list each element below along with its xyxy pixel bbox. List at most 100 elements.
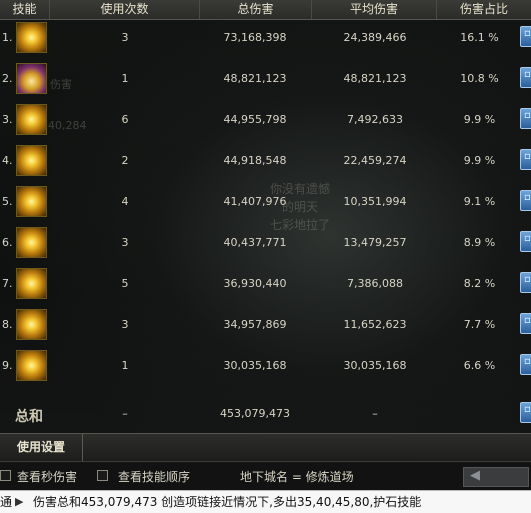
totals-uses: – bbox=[122, 407, 128, 420]
row-uses: 1 bbox=[121, 72, 129, 85]
table-row: 8. 3 34,957,869 11,652,623 7.7 % ▫ bbox=[0, 309, 531, 341]
row-damage-share: 7.7 % bbox=[463, 318, 496, 331]
row-damage-share: 9.9 % bbox=[463, 113, 496, 126]
detail-glyph: ▫ bbox=[524, 192, 531, 203]
row-total-damage: 30,035,168 bbox=[223, 359, 287, 372]
row-detail-button[interactable]: ▫ bbox=[520, 231, 531, 252]
header-skill[interactable]: 技能 bbox=[0, 0, 50, 19]
row-index: 1. bbox=[2, 31, 13, 44]
table-row: 2. 1 48,821,123 48,821,123 10.8 % ▫ bbox=[0, 63, 531, 95]
options-bar: 查看秒伤害 查看技能顺序 地下城名 = 修炼道场 ◀ bbox=[0, 463, 531, 490]
row-average-damage: 30,035,168 bbox=[343, 359, 407, 372]
row-damage-share: 8.2 % bbox=[463, 277, 496, 290]
row-index: 4. bbox=[2, 154, 13, 167]
row-total-damage: 40,437,771 bbox=[223, 236, 287, 249]
row-detail-button[interactable]: ▫ bbox=[520, 313, 531, 334]
skill-8-icon[interactable] bbox=[16, 309, 47, 340]
detail-glyph: ▫ bbox=[524, 69, 531, 80]
row-detail-button[interactable]: ▫ bbox=[520, 354, 531, 375]
row-uses: 3 bbox=[121, 236, 129, 249]
totals-average-damage: – bbox=[372, 407, 378, 420]
table-row: 7. 5 36,930,440 7,386,088 8.2 % ▫ bbox=[0, 268, 531, 300]
chat-message: 伤害总和453,079,473 创造项链接近情况下,多出35,40,45,80,… bbox=[33, 495, 422, 509]
row-uses: 2 bbox=[121, 154, 129, 167]
row-damage-share: 9.9 % bbox=[463, 154, 496, 167]
table-row: 1. 3 73,168,398 24,389,466 16.1 % ▫ bbox=[0, 22, 531, 54]
row-index: 8. bbox=[2, 318, 13, 331]
header-uses[interactable]: 使用次数 bbox=[50, 0, 200, 19]
row-average-damage: 24,389,466 bbox=[343, 31, 407, 44]
skill-2-icon[interactable] bbox=[16, 63, 47, 94]
row-detail-button[interactable]: ▫ bbox=[520, 108, 531, 129]
row-average-damage: 7,492,633 bbox=[347, 113, 403, 126]
row-average-damage: 48,821,123 bbox=[343, 72, 407, 85]
row-uses: 6 bbox=[121, 113, 129, 126]
row-index: 5. bbox=[2, 195, 13, 208]
show-dps-label[interactable]: 查看秒伤害 bbox=[17, 469, 77, 485]
table-header: 技能 使用次数 总伤害 平均伤害 伤害占比 bbox=[0, 0, 531, 20]
totals-row: 总和 – 453,079,473 – ▫ bbox=[0, 398, 531, 430]
skill-5-icon[interactable] bbox=[16, 186, 47, 217]
row-uses: 5 bbox=[121, 277, 129, 290]
totals-label: 总和 bbox=[15, 409, 43, 425]
detail-glyph: ▫ bbox=[524, 315, 531, 326]
detail-glyph: ▫ bbox=[524, 274, 531, 285]
row-total-damage: 34,957,869 bbox=[223, 318, 287, 331]
row-uses: 3 bbox=[121, 318, 129, 331]
totals-total-damage: 453,079,473 bbox=[220, 407, 290, 420]
chevron-left-icon: ◀ bbox=[470, 468, 480, 483]
side-button-glyph: ▫ bbox=[524, 404, 531, 415]
skill-6-icon[interactable] bbox=[16, 227, 47, 258]
scroll-left-button[interactable]: ◀ bbox=[463, 467, 529, 487]
skill-9-icon[interactable] bbox=[16, 350, 47, 381]
row-index: 6. bbox=[2, 236, 13, 249]
row-uses: 3 bbox=[121, 31, 129, 44]
detail-glyph: ▫ bbox=[524, 233, 531, 244]
table-row: 3. 6 44,955,798 7,492,633 9.9 % ▫ bbox=[0, 104, 531, 136]
row-uses: 4 bbox=[121, 195, 129, 208]
row-detail-button[interactable]: ▫ bbox=[520, 272, 531, 293]
chat-arrow-icon: ▶ bbox=[15, 495, 24, 508]
row-detail-button[interactable]: ▫ bbox=[520, 26, 531, 47]
show-dps-checkbox[interactable] bbox=[0, 470, 11, 481]
row-average-damage: 10,351,994 bbox=[343, 195, 407, 208]
show-order-label[interactable]: 查看技能顺序 bbox=[118, 469, 190, 485]
row-average-damage: 22,459,274 bbox=[343, 154, 407, 167]
row-total-damage: 44,955,798 bbox=[223, 113, 287, 126]
row-uses: 1 bbox=[121, 359, 129, 372]
detail-glyph: ▫ bbox=[524, 28, 531, 39]
row-average-damage: 11,652,623 bbox=[343, 318, 407, 331]
use-settings-button[interactable]: 使用设置 bbox=[0, 434, 83, 461]
row-total-damage: 48,821,123 bbox=[223, 72, 287, 85]
row-damage-share: 6.6 % bbox=[463, 359, 496, 372]
skill-3-icon[interactable] bbox=[16, 104, 47, 135]
detail-glyph: ▫ bbox=[524, 110, 531, 121]
chat-bar: 通 ▶ 伤害总和453,079,473 创造项链接近情况下,多出35,40,45… bbox=[0, 490, 531, 513]
chat-channel-tag[interactable]: 通 bbox=[0, 491, 14, 513]
header-average-damage[interactable]: 平均伤害 bbox=[312, 0, 437, 19]
detail-glyph: ▫ bbox=[524, 151, 531, 162]
row-index: 9. bbox=[2, 359, 13, 372]
row-damage-share: 9.1 % bbox=[463, 195, 496, 208]
row-detail-button[interactable]: ▫ bbox=[520, 67, 531, 88]
row-total-damage: 73,168,398 bbox=[223, 31, 287, 44]
table-row: 6. 3 40,437,771 13,479,257 8.9 % ▫ bbox=[0, 227, 531, 259]
settings-bar: 使用设置 bbox=[0, 433, 531, 462]
dungeon-name-label: 地下城名 = 修炼道场 bbox=[240, 470, 354, 484]
skill-1-icon[interactable] bbox=[16, 22, 47, 53]
row-index: 7. bbox=[2, 277, 13, 290]
row-detail-button[interactable]: ▫ bbox=[520, 149, 531, 170]
totals-side-button[interactable]: ▫ bbox=[520, 402, 531, 423]
show-order-checkbox[interactable] bbox=[97, 470, 108, 481]
skill-4-icon[interactable] bbox=[16, 145, 47, 176]
damage-stats-panel: 你没有遗憾的明天 七彩地拉了 伤害 40,284 技能 使用次数 总伤害 平均伤… bbox=[0, 0, 531, 490]
row-total-damage: 41,407,976 bbox=[223, 195, 287, 208]
row-index: 2. bbox=[2, 72, 13, 85]
table-row: 4. 2 44,918,548 22,459,274 9.9 % ▫ bbox=[0, 145, 531, 177]
header-damage-share[interactable]: 伤害占比 bbox=[437, 0, 531, 19]
table-row: 9. 1 30,035,168 30,035,168 6.6 % ▫ bbox=[0, 350, 531, 382]
header-total-damage[interactable]: 总伤害 bbox=[200, 0, 312, 19]
row-total-damage: 36,930,440 bbox=[223, 277, 287, 290]
row-detail-button[interactable]: ▫ bbox=[520, 190, 531, 211]
skill-7-icon[interactable] bbox=[16, 268, 47, 299]
